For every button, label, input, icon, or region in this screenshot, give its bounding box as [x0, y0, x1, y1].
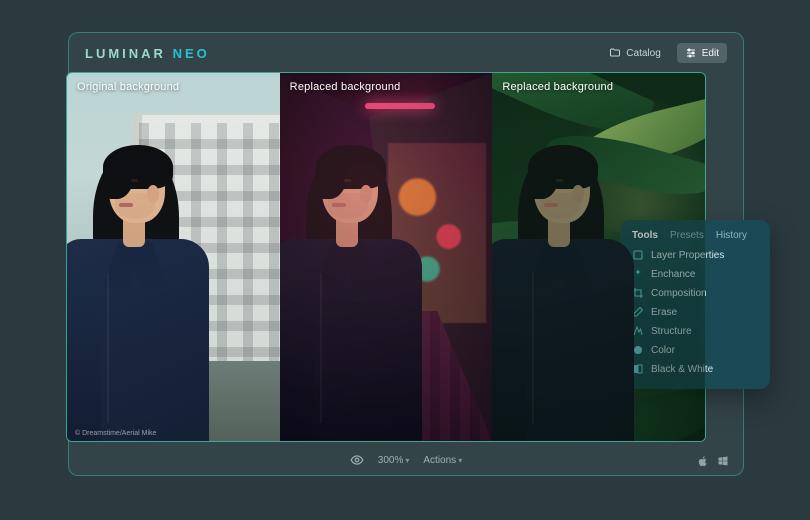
app-logo: LUMINAR NEO [85, 46, 210, 61]
tab-history[interactable]: History [716, 230, 747, 241]
panel-label: Original background [77, 81, 179, 93]
edit-tab-label: Edit [702, 48, 719, 59]
folder-icon [609, 47, 621, 59]
comparison-triptych: Original background © Dreamstime/Aerial … [66, 72, 706, 442]
eye-icon [350, 453, 364, 467]
tool-color[interactable]: Color [632, 344, 758, 356]
tool-label: Layer Properties [651, 250, 724, 261]
tool-label: Color [651, 345, 675, 356]
catalog-tab-label: Catalog [626, 48, 660, 59]
top-bar: LUMINAR NEO Catalog Edit [69, 33, 743, 73]
logo-neo: NEO [173, 46, 210, 61]
tool-label: Erase [651, 307, 677, 318]
tool-label: Structure [651, 326, 692, 337]
windows-icon [717, 455, 729, 467]
tool-layer-properties[interactable]: Layer Properties [632, 249, 758, 261]
tools-list: Layer Properties Enchance Composition Er… [632, 249, 758, 375]
subject [492, 123, 634, 441]
tool-enhance[interactable]: Enchance [632, 268, 758, 280]
panel-replaced-1: Replaced background [280, 73, 493, 441]
edit-tab[interactable]: Edit [677, 43, 727, 63]
os-badges [697, 455, 729, 467]
tab-presets[interactable]: Presets [670, 230, 704, 241]
tool-label: Enchance [651, 269, 695, 280]
bottom-bar: 300%▾ Actions▾ [69, 445, 743, 475]
zoom-dropdown[interactable]: 300%▾ [378, 455, 410, 466]
tab-tools[interactable]: Tools [632, 230, 658, 241]
image-credit: © Dreamstime/Aerial Mike [75, 430, 156, 437]
actions-label: Actions [423, 455, 456, 466]
panel-original: Original background © Dreamstime/Aerial … [67, 73, 280, 441]
catalog-tab[interactable]: Catalog [601, 43, 668, 63]
subject [67, 123, 209, 441]
subject [280, 123, 422, 441]
popover-tabs: Tools Presets History [632, 230, 758, 241]
panel-label: Replaced background [290, 81, 401, 93]
tool-erase[interactable]: Erase [632, 306, 758, 318]
tool-composition[interactable]: Composition [632, 287, 758, 299]
tool-bw[interactable]: Black & White [632, 363, 758, 375]
actions-dropdown[interactable]: Actions▾ [423, 455, 462, 466]
chevron-down-icon: ▾ [458, 456, 462, 465]
preview-toggle[interactable] [350, 453, 364, 467]
apple-icon [697, 455, 709, 467]
tools-popover: Tools Presets History Layer Properties E… [620, 220, 770, 389]
sliders-icon [685, 47, 697, 59]
chevron-down-icon: ▾ [405, 456, 409, 465]
tool-label: Composition [651, 288, 707, 299]
tool-structure[interactable]: Structure [632, 325, 758, 337]
tool-label: Black & White [651, 364, 713, 375]
logo-luminar: LUMINAR [85, 46, 166, 61]
zoom-value: 300% [378, 455, 404, 466]
panel-label: Replaced background [502, 81, 613, 93]
